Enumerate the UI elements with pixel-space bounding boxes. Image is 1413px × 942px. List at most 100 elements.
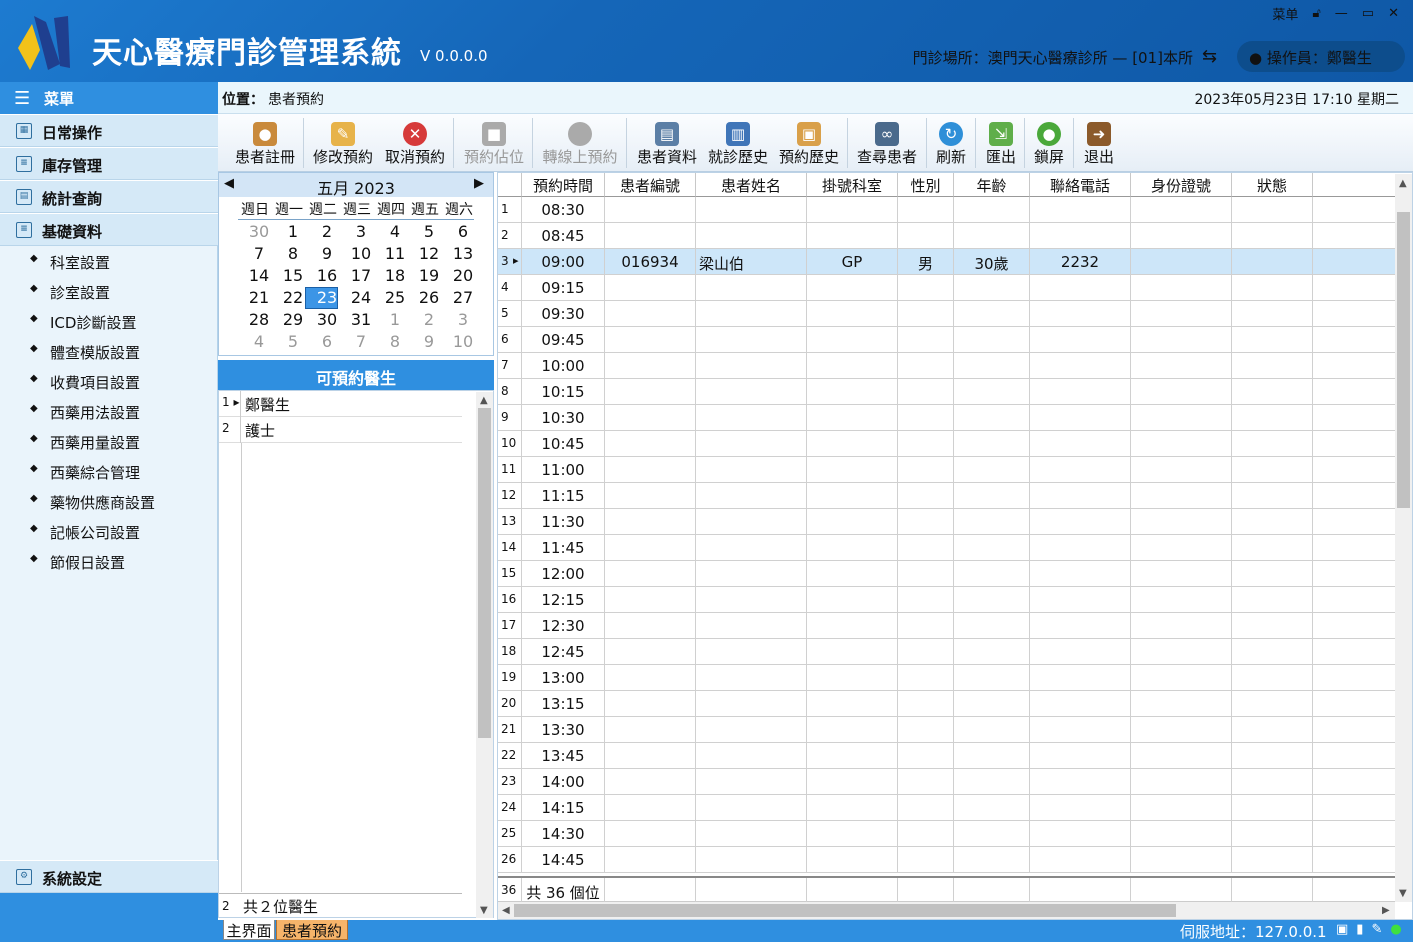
scroll-up-icon[interactable]: ▲ xyxy=(480,395,488,406)
calendar-day[interactable]: 19 xyxy=(414,266,444,285)
grid-header-sex[interactable]: 性別 xyxy=(898,173,954,197)
calendar-day[interactable]: 10 xyxy=(346,244,376,263)
grid-vertical-scroll-thumb[interactable] xyxy=(1397,212,1410,508)
sidebar-item-drug-dosage[interactable]: 西藥用量設置 xyxy=(0,427,218,457)
calendar-day[interactable]: 3 xyxy=(346,222,376,241)
online-appointment-button[interactable]: 轉線上預約 xyxy=(538,118,622,170)
calendar-day[interactable]: 14 xyxy=(244,266,274,285)
switch-clinic-icon[interactable]: ⇆ xyxy=(1202,46,1226,67)
export-button[interactable]: ⇲ 匯出 xyxy=(982,118,1020,170)
table-row[interactable]: 12 11:15 xyxy=(498,483,1395,509)
calendar-day[interactable]: 20 xyxy=(448,266,478,285)
calendar-day[interactable]: 15 xyxy=(278,266,308,285)
grid-header-department[interactable]: 掛號科室 xyxy=(807,173,898,197)
grid-header-phone[interactable]: 聯絡電話 xyxy=(1030,173,1131,197)
calendar-day[interactable]: 4 xyxy=(380,222,410,241)
calendar-day[interactable]: 17 xyxy=(346,266,376,285)
calendar-day[interactable]: 3 xyxy=(448,310,478,329)
exit-button[interactable]: ➜ 退出 xyxy=(1080,118,1118,170)
calendar-day[interactable]: 12 xyxy=(414,244,444,263)
grid-header-id-number[interactable]: 身份證號 xyxy=(1131,173,1232,197)
table-row[interactable]: 8 10:15 xyxy=(498,379,1395,405)
table-row[interactable]: 18 12:45 xyxy=(498,639,1395,665)
sidebar-section-daily[interactable]: ▦ 日常操作 xyxy=(0,114,218,147)
calendar-day[interactable]: 30 xyxy=(244,222,274,241)
scroll-right-icon[interactable]: ▶ xyxy=(1382,905,1390,916)
sidebar-section-basic-data[interactable]: ≡ 基礎資料 xyxy=(0,213,218,246)
sidebar-section-inventory[interactable]: ≡ 庫存管理 xyxy=(0,147,218,180)
calendar-day[interactable]: 27 xyxy=(448,288,478,307)
lock-icon[interactable]: 🔓︎ xyxy=(1312,6,1320,21)
search-patient-button[interactable]: ∞ 查尋患者 xyxy=(854,118,920,170)
table-row[interactable]: 19 13:00 xyxy=(498,665,1395,691)
calendar-prev-icon[interactable]: ◀ xyxy=(224,176,234,191)
patient-register-button[interactable]: ● 患者註冊 xyxy=(230,118,300,170)
table-row[interactable]: 16 12:15 xyxy=(498,587,1395,613)
calendar-day[interactable]: 5 xyxy=(278,332,308,351)
table-row[interactable]: 20 13:15 xyxy=(498,691,1395,717)
scroll-down-icon[interactable]: ▼ xyxy=(1399,888,1407,899)
scroll-up-icon[interactable]: ▲ xyxy=(1399,178,1407,189)
table-row[interactable]: 4 09:15 xyxy=(498,275,1395,301)
tab-appointment[interactable]: 患者預約 xyxy=(276,920,348,940)
doctor-row[interactable]: 2 護士 xyxy=(219,417,462,443)
patient-info-button[interactable]: ▤ 患者資料 xyxy=(634,118,700,170)
table-row[interactable]: 5 09:30 xyxy=(498,301,1395,327)
table-row[interactable]: 13 11:30 xyxy=(498,509,1395,535)
calendar-day[interactable]: 21 xyxy=(244,288,274,307)
reserve-slot-button[interactable]: ■ 預約佔位 xyxy=(460,118,528,170)
calendar-day[interactable]: 24 xyxy=(346,288,376,307)
cancel-appointment-button[interactable]: ✕ 取消預約 xyxy=(382,118,448,170)
calendar-next-icon[interactable]: ▶ xyxy=(474,176,484,191)
refresh-button[interactable]: ↻ 刷新 xyxy=(932,118,970,170)
doctor-list-scroll-thumb[interactable] xyxy=(478,408,491,738)
edit-appointment-button[interactable]: ✎ 修改預約 xyxy=(310,118,376,170)
calendar-day[interactable]: 8 xyxy=(380,332,410,351)
grid-header-patient-name[interactable]: 患者姓名 xyxy=(696,173,807,197)
calendar-day[interactable]: 4 xyxy=(244,332,274,351)
calendar-day[interactable]: 28 xyxy=(244,310,274,329)
calendar-day[interactable]: 6 xyxy=(448,222,478,241)
sidebar-item-holidays[interactable]: 節假日設置 xyxy=(0,547,218,577)
calendar-day[interactable]: 23 xyxy=(312,288,342,307)
grid-header-status[interactable]: 狀態 xyxy=(1232,173,1313,197)
calendar-day[interactable]: 9 xyxy=(312,244,342,263)
calendar-day[interactable]: 1 xyxy=(278,222,308,241)
sidebar-item-exam-template[interactable]: 體查模版設置 xyxy=(0,337,218,367)
table-row[interactable]: 1 08:30 xyxy=(498,197,1395,223)
window-menu-button[interactable]: 菜单 xyxy=(1272,4,1298,23)
table-row[interactable]: 22 13:45 xyxy=(498,743,1395,769)
grid-header-time[interactable]: 預約時間 xyxy=(522,173,605,197)
table-row[interactable]: 21 13:30 xyxy=(498,717,1395,743)
grid-header-patient-id[interactable]: 患者編號 xyxy=(605,173,696,197)
table-row[interactable]: 24 14:15 xyxy=(498,795,1395,821)
sidebar-item-drug-usage[interactable]: 西藥用法設置 xyxy=(0,397,218,427)
calendar-day[interactable]: 16 xyxy=(312,266,342,285)
calendar-day[interactable]: 29 xyxy=(278,310,308,329)
table-row[interactable]: 26 14:45 xyxy=(498,847,1395,873)
calendar-day[interactable]: 11 xyxy=(380,244,410,263)
table-row[interactable]: 25 14:30 xyxy=(498,821,1395,847)
sidebar-item-drug-management[interactable]: 西藥綜合管理 xyxy=(0,457,218,487)
minimize-icon[interactable]: — xyxy=(1335,6,1348,21)
calendar-day[interactable]: 2 xyxy=(414,310,444,329)
table-row[interactable]: 3 ▸ 09:00 016934 梁山伯 GP 男 30歲 2232 xyxy=(498,249,1395,275)
lock-screen-button[interactable]: ● 鎖屏 xyxy=(1030,118,1068,170)
sidebar-section-system-settings[interactable]: ⚙ 系統設定 xyxy=(0,860,218,893)
table-row[interactable]: 6 09:45 xyxy=(498,327,1395,353)
table-row[interactable]: 23 14:00 xyxy=(498,769,1395,795)
calendar-day[interactable]: 2 xyxy=(312,222,342,241)
table-row[interactable]: 2 08:45 xyxy=(498,223,1395,249)
calendar-day[interactable]: 9 xyxy=(414,332,444,351)
sidebar-item-fee-items[interactable]: 收費項目設置 xyxy=(0,367,218,397)
calendar-day[interactable]: 6 xyxy=(312,332,342,351)
table-row[interactable]: 9 10:30 xyxy=(498,405,1395,431)
sidebar-item-icd[interactable]: ICD診斷設置 xyxy=(0,307,218,337)
calendar-day[interactable]: 18 xyxy=(380,266,410,285)
calendar-day[interactable]: 7 xyxy=(346,332,376,351)
table-row[interactable]: 10 10:45 xyxy=(498,431,1395,457)
sidebar-section-stats[interactable]: ▤ 統計查詢 xyxy=(0,180,218,213)
grid-header-age[interactable]: 年齡 xyxy=(954,173,1030,197)
operator-badge[interactable]: ● 操作員：鄭醫生 xyxy=(1237,41,1405,72)
calendar-day[interactable]: 30 xyxy=(312,310,342,329)
